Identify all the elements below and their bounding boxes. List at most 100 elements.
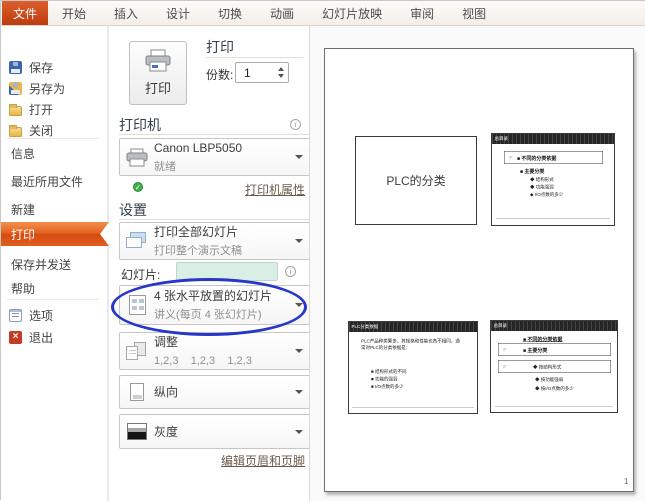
sidebar-item-label: 另存为 (29, 80, 65, 97)
backstage-sidebar: 保存 另存为 打开 关闭 信息 最近所用文件 新建 打印 保存并发送 帮助 选项… (1, 26, 109, 501)
pointer-hand-icon: ☞ (503, 347, 507, 353)
copies-value: 1 (236, 66, 275, 80)
copies-label: 份数: (206, 66, 233, 83)
settings-section-header: 设置 (119, 200, 147, 220)
chevron-down-icon (295, 349, 303, 353)
tab-view[interactable]: 视图 (448, 1, 500, 25)
print-range-title: 打印全部幻灯片 (154, 225, 238, 239)
print-button[interactable]: 打印 (129, 41, 187, 105)
print-button-label: 打印 (145, 78, 171, 97)
layout-dropdown[interactable]: 4 张水平放置的幻灯片 讲义(每页 4 张幻灯片) (119, 285, 311, 325)
sidebar-item-label: 关闭 (29, 122, 53, 139)
slide4-highlight-box: ☞ ■ 主要分类 (498, 343, 611, 356)
ribbon-tab-bar: 文件 开始 插入 设计 切换 动画 幻灯片放映 审阅 视图 (1, 1, 645, 26)
tab-review[interactable]: 审阅 (396, 1, 448, 25)
sidebar-item-label: 打开 (29, 101, 53, 118)
tab-animations[interactable]: 动画 (256, 1, 308, 25)
slide2-item: ■ 主要分类 (520, 167, 544, 175)
tab-design[interactable]: 设计 (152, 1, 204, 25)
slides-range-input[interactable] (176, 262, 278, 281)
chevron-down-icon (295, 155, 303, 159)
printer-dropdown[interactable]: Canon LBP5050 就绪 (119, 138, 311, 176)
preview-slide-3: PLC分类依据 PLC产品种类繁多，其规格和性能也各不相同，通常对PLC的分类依… (348, 321, 478, 414)
tab-slideshow[interactable]: 幻灯片放映 (308, 1, 396, 25)
slide4-header-text: 总目录 (494, 322, 508, 329)
slide4-highlight-box: ☞ ◆ 按结构形式 (498, 360, 611, 373)
collate-title: 调整 (154, 335, 178, 349)
color-mode-dropdown[interactable]: 灰度 (119, 414, 311, 449)
color-mode-title: 灰度 (154, 425, 178, 439)
copies-stepper[interactable]: 1 (235, 62, 289, 83)
chevron-down-icon (295, 430, 303, 434)
orientation-dropdown[interactable]: 纵向 (119, 375, 311, 409)
stepper-arrows[interactable] (275, 67, 288, 78)
slides-info-icon[interactable]: i (285, 266, 296, 277)
sidebar-item-label: 退出 (29, 329, 53, 346)
sidebar-divider (7, 138, 99, 139)
slide4-item: ■ 不同的分类依据 (523, 335, 562, 343)
printer-icon (143, 49, 173, 75)
print-range-subtitle: 打印整个演示文稿 (154, 245, 242, 257)
print-preview-area: PLC的分类 总目录 ☞ ■ 不同的分类依据 ■ 主要分类 ◆ 结构形式 ◆ 功… (309, 26, 645, 501)
slide2-item: ◆ 功能强弱 (530, 184, 554, 191)
printer-name: Canon LBP5050 (154, 141, 242, 155)
printer-info-icon[interactable]: i (290, 119, 301, 130)
sidebar-item-close[interactable]: 关闭 (9, 120, 53, 140)
portrait-icon (130, 383, 144, 401)
exit-icon: × (9, 331, 22, 344)
orientation-title: 纵向 (154, 385, 178, 399)
sidebar-item-save-send[interactable]: 保存并发送 (11, 254, 71, 274)
preview-slide-1: PLC的分类 (355, 136, 477, 225)
open-folder-icon (9, 106, 22, 116)
sidebar-item-open[interactable]: 打开 (9, 99, 53, 119)
slide2-highlight-box: ☞ ■ 不同的分类依据 (504, 151, 603, 164)
slide3-bullet: ■ 结构形式的不同 (371, 368, 406, 375)
section-divider (119, 219, 311, 220)
handout-layout-icon (129, 295, 146, 315)
tab-home[interactable]: 开始 (48, 1, 100, 25)
tab-insert[interactable]: 插入 (100, 1, 152, 25)
layout-title: 4 张水平放置的幻灯片 (154, 289, 272, 303)
chevron-down-icon (295, 239, 303, 243)
collate-dropdown[interactable]: 调整 1,2,3 1,2,3 1,2,3 (119, 332, 311, 370)
sidebar-item-options[interactable]: 选项 (9, 305, 53, 325)
save-as-icon (9, 82, 22, 95)
preview-page: PLC的分类 总目录 ☞ ■ 不同的分类依据 ■ 主要分类 ◆ 结构形式 ◆ 功… (324, 48, 634, 492)
stepper-up-icon[interactable] (278, 67, 284, 71)
slide2-item: ■ 不同的分类依据 (517, 154, 556, 162)
slide-footer-rule (495, 406, 613, 407)
slide4-item: ◆ 按结构形式 (533, 363, 561, 370)
slide-footer-rule (496, 218, 610, 219)
slides-range-label: 幻灯片: (121, 266, 160, 283)
edit-header-footer-link[interactable]: 编辑页眉和页脚 (221, 452, 305, 469)
slide4-item: ◆ 按功能强弱 (535, 376, 563, 383)
section-divider (119, 134, 311, 135)
slide2-item: ◆ I/O点数的多少 (530, 191, 563, 198)
sidebar-item-new[interactable]: 新建 (11, 199, 35, 219)
sidebar-item-info[interactable]: 信息 (11, 143, 35, 163)
close-folder-icon (9, 127, 22, 137)
printer-properties-link[interactable]: 打印机属性 (245, 181, 305, 198)
print-settings-panel: 打印 打印 份数: 1 打印机 i Canon LBP5050 就绪 ✓ 打印机… (109, 26, 309, 501)
sidebar-item-save-as[interactable]: 另存为 (9, 78, 65, 98)
tab-transitions[interactable]: 切换 (204, 1, 256, 25)
sidebar-item-print-selected[interactable]: 打印 (1, 222, 109, 246)
slide-footer-rule (352, 407, 474, 408)
slide2-item: ◆ 结构形式 (530, 176, 554, 183)
sidebar-item-help[interactable]: 帮助 (11, 278, 35, 298)
sidebar-item-save[interactable]: 保存 (9, 57, 53, 77)
printer-ready-check-icon: ✓ (133, 182, 143, 192)
pointer-hand-icon: ☞ (503, 364, 507, 370)
print-range-dropdown[interactable]: 打印全部幻灯片 打印整个演示文稿 (119, 222, 311, 260)
stepper-down-icon[interactable] (278, 74, 284, 78)
all-slides-icon (126, 232, 148, 250)
printer-small-icon (125, 148, 149, 167)
preview-slide-4: 总目录 ■ 不同的分类依据 ☞ ■ 主要分类 ☞ ◆ 按结构形式 ◆ 按功能强弱… (490, 320, 618, 413)
slide4-item: ◆ 按I/O点数的多少 (535, 385, 574, 392)
printer-status: 就绪 (154, 161, 176, 173)
sidebar-item-label: 保存 (29, 59, 53, 76)
sidebar-item-exit[interactable]: × 退出 (9, 327, 53, 347)
preview-slide-2: 总目录 ☞ ■ 不同的分类依据 ■ 主要分类 ◆ 结构形式 ◆ 功能强弱 ◆ I… (491, 133, 615, 226)
tab-file[interactable]: 文件 (2, 1, 48, 25)
sidebar-item-recent[interactable]: 最近所用文件 (11, 171, 83, 191)
